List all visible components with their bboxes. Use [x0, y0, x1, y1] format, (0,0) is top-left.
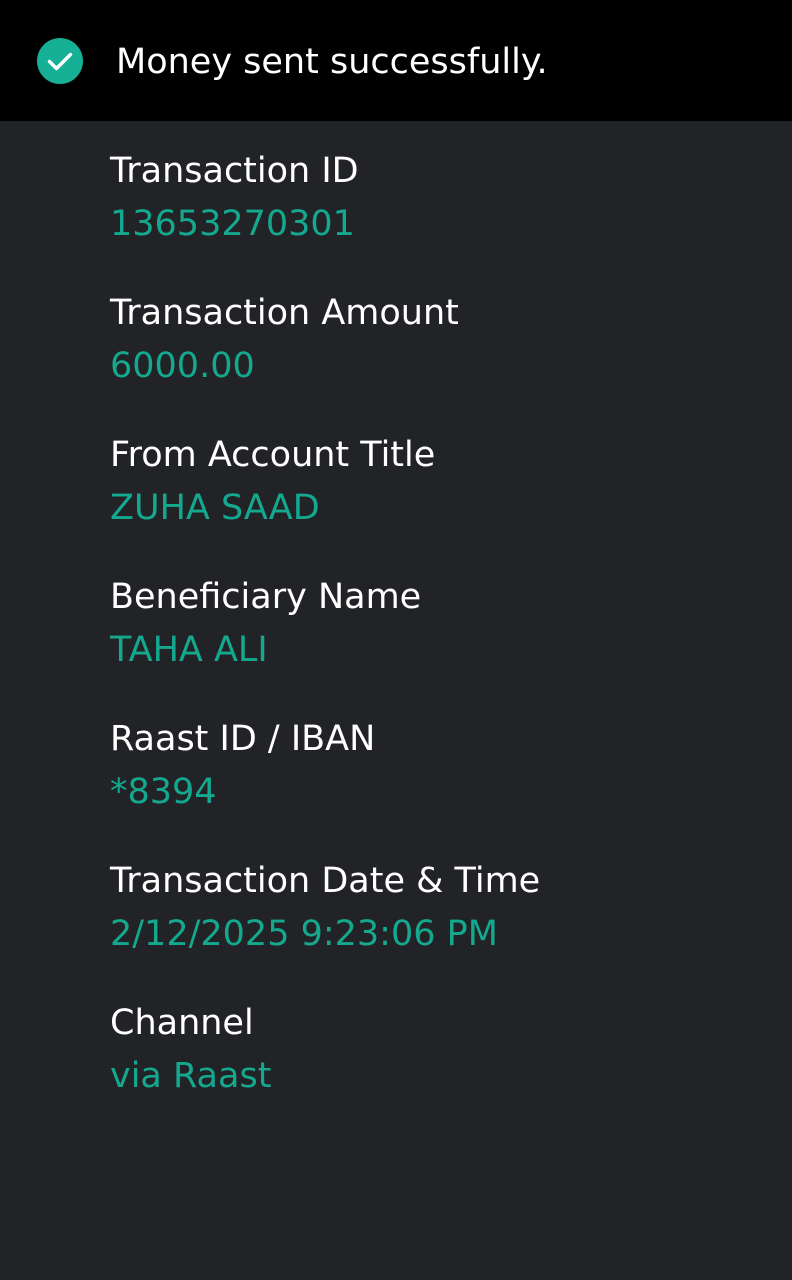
beneficiary-name-field: Beneficiary Name TAHA ALI: [110, 575, 750, 672]
success-banner: Money sent successfully.: [0, 0, 792, 121]
transaction-amount-label: Transaction Amount: [110, 293, 459, 333]
channel-field: Channel via Raast: [110, 1001, 750, 1098]
transaction-date-time-field: Transaction Date & Time 2/12/2025 9:23:0…: [110, 859, 750, 956]
from-account-title-value: ZUHA SAAD: [110, 488, 320, 528]
raast-id-iban-label: Raast ID / IBAN: [110, 719, 376, 759]
transaction-id-value: 13653270301: [110, 204, 355, 244]
transaction-amount-value: 6000.00: [110, 346, 255, 386]
success-message: Money sent successfully.: [116, 42, 548, 82]
transaction-id-label: Transaction ID: [110, 151, 359, 191]
transaction-date-time-label: Transaction Date & Time: [110, 861, 541, 901]
transaction-date-time-value: 2/12/2025 9:23:06 PM: [110, 914, 498, 954]
beneficiary-name-label: Beneficiary Name: [110, 577, 422, 617]
channel-label: Channel: [110, 1003, 254, 1043]
from-account-title-field: From Account Title ZUHA SAAD: [110, 433, 750, 530]
raast-id-iban-value: *8394: [110, 772, 217, 812]
beneficiary-name-value: TAHA ALI: [110, 630, 268, 670]
transaction-amount-field: Transaction Amount 6000.00: [110, 291, 750, 388]
from-account-title-label: From Account Title: [110, 435, 436, 475]
channel-value: via Raast: [110, 1056, 272, 1096]
check-circle-icon: [37, 38, 83, 84]
transaction-id-field: Transaction ID 13653270301: [110, 149, 750, 246]
raast-id-iban-field: Raast ID / IBAN *8394: [110, 717, 750, 814]
transaction-details: Transaction ID 13653270301 Transaction A…: [0, 121, 792, 1280]
